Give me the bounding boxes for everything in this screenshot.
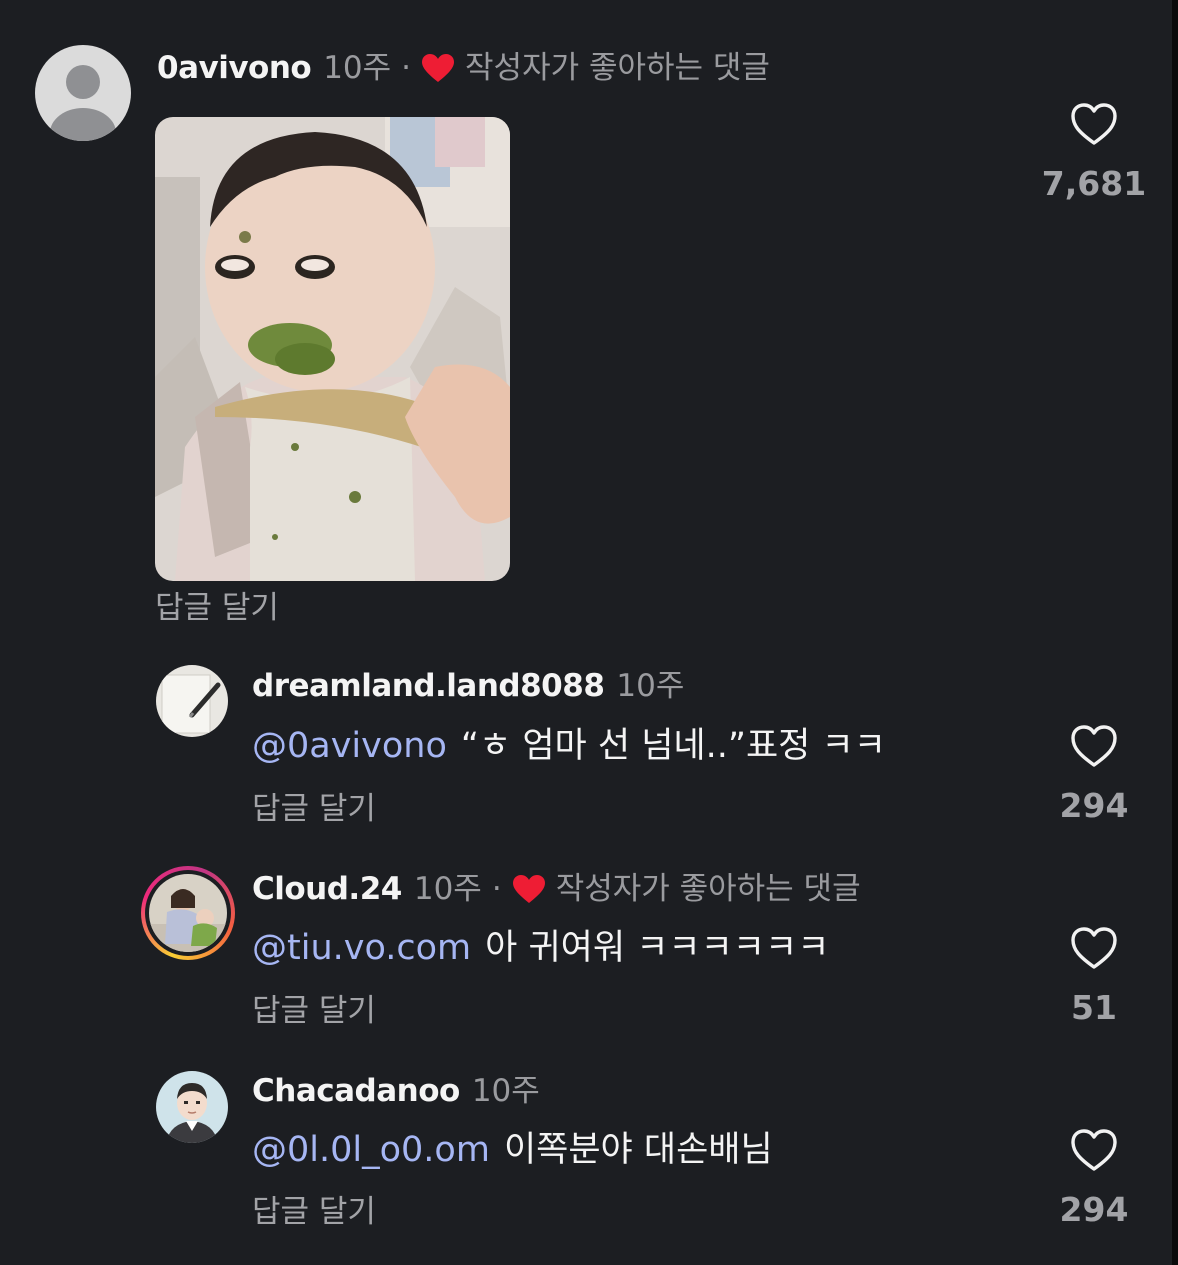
like-count: 7,681 <box>1041 164 1147 203</box>
comment-time: 10주 <box>471 1073 540 1109</box>
heart-outline-icon <box>1071 103 1117 145</box>
comment-body: @0avivono “ㅎ 엄마 선 넘네..”표정 ㅋㅋ <box>252 724 886 768</box>
mention-link[interactable]: @0avivono <box>252 726 447 766</box>
person-silhouette-icon <box>35 45 131 141</box>
cartoon-man-avatar-icon <box>156 1071 228 1143</box>
heart-outline-icon <box>1071 1129 1117 1171</box>
comment-time: 10주 <box>616 668 685 704</box>
comment-time: 10주 <box>323 50 392 86</box>
separator-dot: · <box>491 871 502 907</box>
heart-filled-icon <box>422 54 455 82</box>
heart-outline-icon <box>1071 927 1117 969</box>
notebook-pen-icon <box>156 665 228 737</box>
like-button[interactable]: 294 <box>1034 1128 1154 1230</box>
heart-outline-icon <box>1071 725 1117 767</box>
mention-link[interactable]: @tiu.vo.com <box>252 928 471 968</box>
avatar-chacadanoo[interactable] <box>156 1071 228 1143</box>
separator-dot: · <box>401 50 412 86</box>
liked-by-author-label: 작성자가 좋아하는 댓글 <box>555 871 861 907</box>
reply-button[interactable]: 답글 달기 <box>252 1192 376 1232</box>
heart-filled-icon <box>512 875 545 903</box>
like-button[interactable]: 51 <box>1034 926 1154 1028</box>
avatar-default[interactable] <box>35 45 131 141</box>
baby-photo-image <box>155 117 510 581</box>
comments-screen: 0avivono 10주 · 작성자가 좋아하는 댓글 답글 달기 7,681 … <box>0 0 1178 1265</box>
avatar-story-ring[interactable] <box>141 866 235 960</box>
comment-text: 아 귀여워 ㅋㅋㅋㅋㅋㅋ <box>485 928 830 968</box>
comment-meta: Chacadanoo 10주 <box>252 1071 540 1111</box>
screen-edge <box>1172 0 1178 1265</box>
like-count: 294 <box>1059 786 1129 825</box>
comment-meta: 0avivono 10주 · 작성자가 좋아하는 댓글 <box>157 48 770 88</box>
comment-body: @0l.0l_o0.om 이쪽분야 대손배님 <box>252 1128 773 1172</box>
liked-by-author-label: 작성자가 좋아하는 댓글 <box>465 50 770 86</box>
mother-baby-photo <box>149 874 227 952</box>
like-count: 294 <box>1059 1190 1129 1229</box>
comment-username[interactable]: Cloud.24 <box>252 869 402 909</box>
reply-button[interactable]: 답글 달기 <box>252 789 376 829</box>
like-button[interactable]: 294 <box>1034 724 1154 826</box>
comment-meta: Cloud.24 10주 · 작성자가 좋아하는 댓글 <box>252 869 861 909</box>
comment-meta: dreamland.land8088 10주 <box>252 666 684 706</box>
comment-username[interactable]: dreamland.land8088 <box>252 666 605 706</box>
like-button[interactable]: 7,681 <box>1034 102 1154 204</box>
comment-username[interactable]: 0avivono <box>157 48 312 88</box>
avatar-dreamland[interactable] <box>156 665 228 737</box>
like-count: 51 <box>1071 988 1117 1027</box>
comment-body: @tiu.vo.com 아 귀여워 ㅋㅋㅋㅋㅋㅋ <box>252 926 829 970</box>
comment-photo[interactable] <box>155 117 510 581</box>
comment-text: “ㅎ 엄마 선 넘네..”표정 ㅋㅋ <box>460 726 886 766</box>
reply-button[interactable]: 답글 달기 <box>155 588 279 628</box>
reply-button[interactable]: 답글 달기 <box>252 991 376 1031</box>
comment-username[interactable]: Chacadanoo <box>252 1071 460 1111</box>
mention-link[interactable]: @0l.0l_o0.om <box>252 1130 490 1170</box>
comment-text: 이쪽분야 대손배님 <box>503 1130 773 1170</box>
comment-time: 10주 <box>413 871 482 907</box>
